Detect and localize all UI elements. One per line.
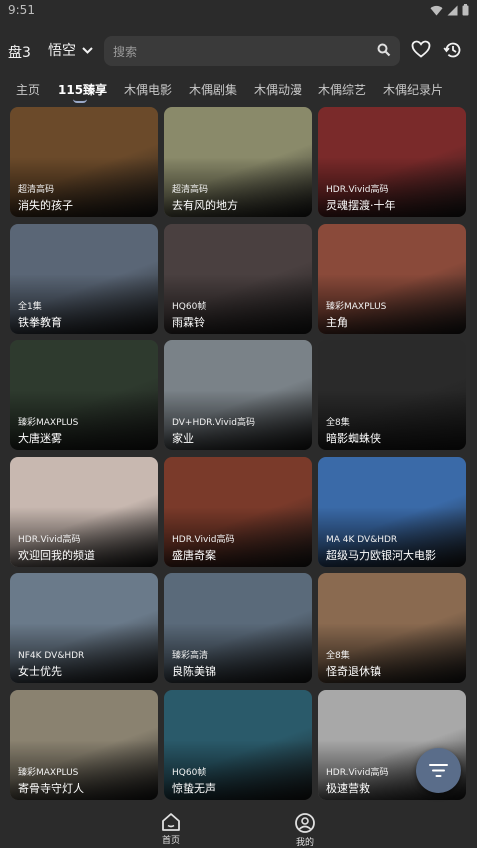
poster-card[interactable]: HQ60帧惊蛰无声 [164, 690, 312, 800]
poster-card[interactable]: 全1集铁拳教育 [10, 224, 158, 334]
poster-title: 惊蛰无声 [172, 782, 216, 795]
poster-card[interactable]: 臻彩高清 良陈美锦 [164, 573, 312, 683]
search-input[interactable]: 搜索 [104, 36, 400, 66]
poster-title: 去有风的地方 [172, 199, 238, 212]
quality-badge: HQ60帧 [172, 768, 207, 778]
poster-card[interactable]: 全8集怪奇退休镇 [318, 573, 466, 683]
poster-title: 女士优先 [18, 665, 62, 678]
bottom-navigation: 首页 我的 [0, 808, 477, 848]
disk-selector[interactable]: 盘3 [8, 42, 31, 62]
source-dropdown[interactable]: 悟空 [48, 40, 93, 60]
tab-variety[interactable]: 木偶综艺 [318, 81, 366, 98]
category-tabs: 主页 115臻享 木偶电影 木偶剧集 木偶动漫 木偶综艺 木偶纪录片 [0, 78, 477, 103]
filter-button[interactable] [416, 748, 461, 793]
chevron-down-icon [82, 46, 93, 54]
poster-title: 铁拳教育 [18, 316, 62, 329]
poster-card[interactable]: 超清高码去有风的地方 [164, 107, 312, 217]
poster-title: 寄骨寺守灯人 [18, 782, 84, 795]
quality-badge: 臻彩MAXPLUS [326, 302, 387, 312]
top-bar: 盘3 悟空 搜索 [0, 32, 477, 70]
poster-card[interactable]: DV+HDR.Vivid高码 家业 [164, 340, 312, 450]
poster-title: 盛唐奇案 [172, 549, 216, 562]
status-icons [430, 4, 469, 16]
poster-card[interactable]: HDR.Vivid高码 盛唐奇案 [164, 457, 312, 567]
status-bar: 9:51 [0, 0, 477, 24]
source-label: 悟空 [48, 43, 76, 59]
tab-anime[interactable]: 木偶动漫 [254, 81, 302, 98]
poster-card[interactable]: 超清高码 消失的孩子 [10, 107, 158, 217]
search-placeholder: 搜索 [113, 45, 138, 59]
quality-badge: NF4K DV&HDR [18, 651, 85, 661]
quality-badge: HDR.Vivid高码 [172, 535, 235, 545]
poster-title: 雨霖铃 [172, 316, 205, 329]
home-icon [162, 813, 180, 831]
quality-badge: HDR.Vivid高码 [18, 535, 81, 545]
status-time: 9:51 [8, 3, 35, 17]
quality-badge: 超清高码 [18, 185, 55, 195]
quality-badge: 全8集 [326, 651, 350, 661]
profile-icon [295, 813, 315, 833]
battery-icon [462, 4, 469, 16]
quality-badge: HQ60帧 [172, 302, 207, 312]
poster-title: 主角 [326, 316, 348, 329]
quality-badge: 臻彩高清 [172, 651, 209, 661]
poster-card[interactable]: 全8集暗影蜘蛛侠 [318, 340, 466, 450]
poster-title: 良陈美锦 [172, 665, 216, 678]
poster-card[interactable]: NF4K DV&HDR 女士优先 [10, 573, 158, 683]
poster-title: 欢迎回我的频道 [18, 549, 95, 562]
poster-card[interactable]: 臻彩MAXPLUS 主角 [318, 224, 466, 334]
poster-card[interactable]: 臻彩MAXPLUS 寄骨寺守灯人 [10, 690, 158, 800]
wifi-icon [430, 5, 443, 16]
nav-profile-label: 我的 [295, 838, 314, 848]
poster-title: 超级马力欧银河大电影 [326, 549, 436, 562]
tab-documentary[interactable]: 木偶纪录片 [383, 81, 443, 98]
quality-badge: MA 4K DV&HDR [326, 535, 398, 545]
nav-profile[interactable]: 我的 [280, 812, 330, 848]
poster-card[interactable]: HQ60帧雨霖铃 [164, 224, 312, 334]
search-icon[interactable] [377, 43, 391, 57]
quality-badge: HDR.Vivid高码 [326, 185, 389, 195]
poster-title: 暗影蜘蛛侠 [326, 432, 381, 445]
quality-badge: HDR.Vivid高码 [326, 768, 389, 778]
quality-badge: 全1集 [18, 302, 42, 312]
quality-badge: 全8集 [326, 418, 350, 428]
poster-card[interactable]: HDR.Vivid高码欢迎回我的频道 [10, 457, 158, 567]
quality-badge: DV+HDR.Vivid高码 [172, 418, 255, 428]
poster-title: 大唐迷雾 [18, 432, 62, 445]
tab-115-exclusive[interactable]: 115臻享 [58, 81, 107, 98]
poster-title: 怪奇退休镇 [326, 665, 381, 678]
tab-movies[interactable]: 木偶电影 [124, 81, 172, 98]
poster-grid: 超清高码 消失的孩子 超清高码 去有风的地方 HDR.Vivid高码 灵魂摆渡·十年 全1集… [10, 107, 467, 807]
quality-badge: 臻彩MAXPLUS [18, 768, 79, 778]
tab-home[interactable]: 主页 [16, 81, 40, 98]
poster-card[interactable]: HDR.Vivid高码 灵魂摆渡·十年 [318, 107, 466, 217]
filter-icon [429, 764, 448, 777]
poster-title: 家业 [172, 432, 194, 445]
nav-home[interactable]: 首页 [146, 812, 196, 846]
quality-badge: 超清高码 [172, 185, 209, 195]
active-tab-indicator [73, 99, 87, 103]
signal-icon [447, 5, 458, 15]
poster-card[interactable]: 臻彩MAXPLUS 大唐迷雾 [10, 340, 158, 450]
poster-card[interactable]: MA 4K DV&HDR 超级马力欧银河大电影 [318, 457, 466, 567]
poster-title: 消失的孩子 [18, 199, 73, 212]
tab-series[interactable]: 木偶剧集 [189, 81, 237, 98]
nav-home-label: 首页 [161, 836, 180, 846]
history-icon[interactable] [443, 40, 463, 60]
quality-badge: 臻彩MAXPLUS [18, 418, 79, 428]
heart-icon[interactable] [411, 40, 431, 58]
poster-title: 极速营救 [326, 782, 370, 795]
poster-title: 灵魂摆渡·十年 [326, 199, 396, 212]
